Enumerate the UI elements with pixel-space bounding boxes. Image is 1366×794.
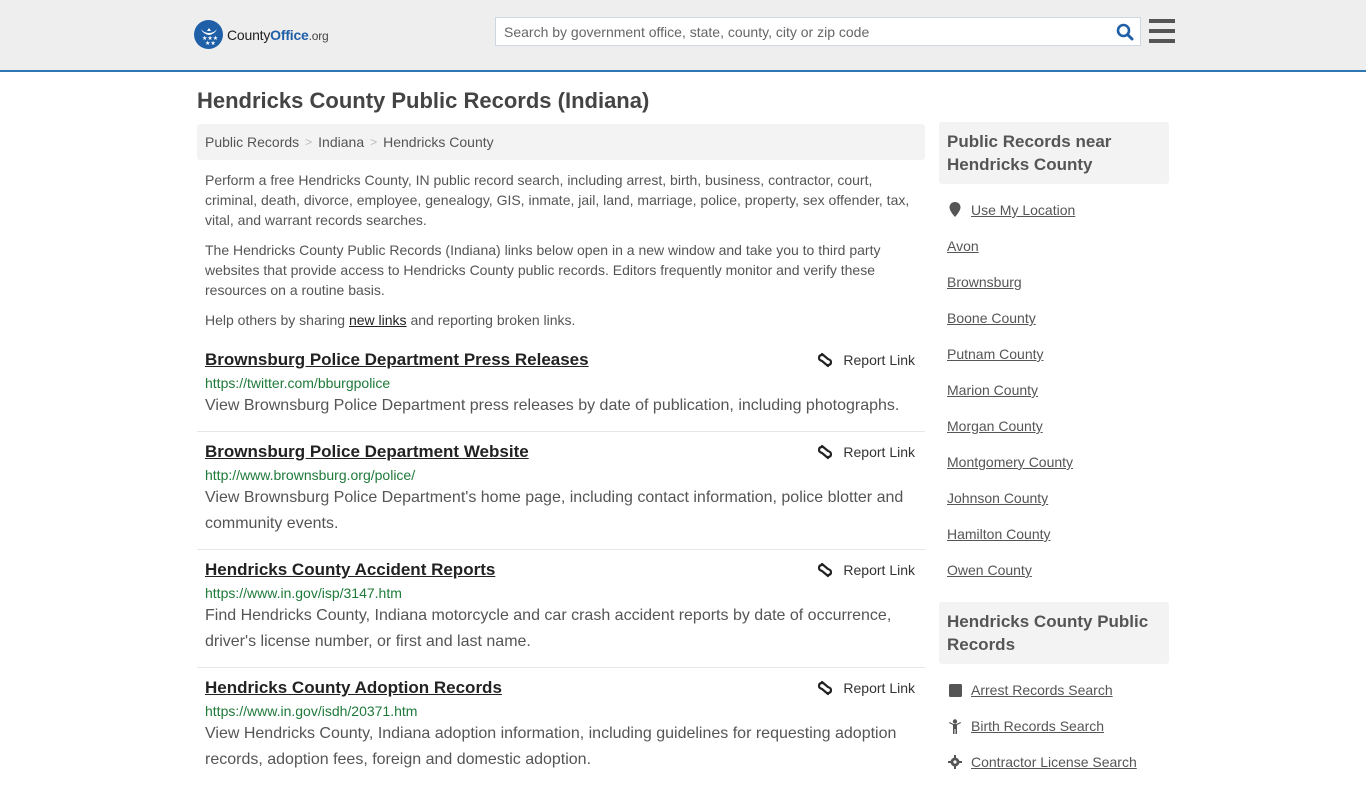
- breadcrumb: Public Records > Indiana > Hendricks Cou…: [197, 124, 925, 160]
- record-url[interactable]: https://www.in.gov/isdh/20371.htm: [205, 701, 917, 721]
- breadcrumb-hendricks-county[interactable]: Hendricks County: [383, 134, 494, 150]
- record-url[interactable]: https://twitter.com/bburgpolice: [205, 373, 917, 393]
- logo-wordmark: CountyOffice.org: [227, 26, 329, 43]
- report-link-label: Report Link: [843, 444, 915, 460]
- record-title-link[interactable]: Hendricks County Adoption Records: [205, 677, 502, 699]
- hamburger-menu-icon[interactable]: [1149, 19, 1175, 43]
- search-box: [495, 17, 1141, 46]
- search-button[interactable]: [1110, 18, 1140, 45]
- nearby-item: Brownsburg: [947, 264, 1161, 300]
- categories-list: Arrest Records Search Birth Records Sear…: [939, 664, 1169, 794]
- nearby-item: Marion County: [947, 372, 1161, 408]
- report-link-button[interactable]: Report Link: [817, 680, 915, 696]
- record-url[interactable]: http://www.brownsburg.org/police/: [205, 465, 917, 485]
- report-link-button[interactable]: Report Link: [817, 562, 915, 578]
- page-title: Hendricks County Public Records (Indiana…: [197, 88, 650, 113]
- baby-icon: [947, 718, 963, 734]
- record-item: Brownsburg Police Department Website Rep…: [197, 432, 925, 550]
- share-text: and reporting broken links.: [406, 312, 576, 328]
- nearby-item: Morgan County: [947, 408, 1161, 444]
- arrest-icon: [947, 683, 963, 697]
- nearby-item: Hamilton County: [947, 516, 1161, 552]
- record-url[interactable]: https://www.in.gov/isp/3147.htm: [205, 583, 917, 603]
- record-description: Find Hendricks County, Indiana motorcycl…: [205, 607, 892, 650]
- nearby-heading: Public Records near Hendricks County: [939, 122, 1169, 184]
- nearby-link-morgan-county[interactable]: Morgan County: [947, 418, 1043, 434]
- eagle-logo-icon: ★★★ ★★: [194, 20, 223, 49]
- record-description: View Hendricks County, Indiana adoption …: [205, 725, 897, 768]
- broken-link-icon: [818, 444, 833, 460]
- nearby-link-boone-county[interactable]: Boone County: [947, 310, 1036, 326]
- use-location-item: Use My Location: [947, 192, 1161, 228]
- search-icon: [1116, 23, 1134, 40]
- gear-icon: [947, 755, 963, 769]
- categories-heading: Hendricks County Public Records: [939, 602, 1169, 664]
- category-item: Contractor License Search: [947, 744, 1161, 780]
- intro-paragraph: The Hendricks County Public Records (Ind…: [205, 242, 881, 298]
- sidebar: Public Records near Hendricks County Use…: [939, 122, 1169, 794]
- breadcrumb-public-records[interactable]: Public Records: [205, 134, 299, 150]
- nearby-item: Owen County: [947, 552, 1161, 588]
- record-description: View Brownsburg Police Department press …: [205, 397, 900, 414]
- intro-text: Perform a free Hendricks County, IN publ…: [205, 170, 917, 340]
- share-text: Help others by sharing: [205, 312, 349, 328]
- nearby-item: Boone County: [947, 300, 1161, 336]
- search-input[interactable]: [496, 18, 1110, 45]
- nearby-item: Johnson County: [947, 480, 1161, 516]
- menu-bar: [1149, 19, 1175, 23]
- arrest-records-link[interactable]: Arrest Records Search: [971, 682, 1113, 698]
- report-link-label: Report Link: [843, 562, 915, 578]
- nearby-item: Montgomery County: [947, 444, 1161, 480]
- category-item: Birth Records Search: [947, 708, 1161, 744]
- intro-paragraph: Perform a free Hendricks County, IN publ…: [205, 172, 910, 228]
- broken-link-icon: [818, 352, 833, 368]
- site-header: ★★★ ★★ CountyOffice.org: [0, 0, 1366, 72]
- birth-records-link[interactable]: Birth Records Search: [971, 718, 1104, 734]
- menu-bar: [1149, 29, 1175, 33]
- record-item: Hendricks County Accident Reports Report…: [197, 550, 925, 668]
- record-title-link[interactable]: Brownsburg Police Department Press Relea…: [205, 349, 589, 371]
- menu-bar: [1149, 39, 1175, 43]
- map-marker-icon: [947, 202, 963, 218]
- nearby-link-hamilton-county[interactable]: Hamilton County: [947, 526, 1051, 542]
- category-item: Arrest Records Search: [947, 672, 1161, 708]
- record-item: Hendricks County Adoption Records Report…: [197, 668, 925, 785]
- record-title-link[interactable]: Hendricks County Accident Reports: [205, 559, 495, 581]
- breadcrumb-separator: >: [370, 135, 378, 149]
- site-logo[interactable]: ★★★ ★★ CountyOffice.org: [194, 20, 329, 49]
- share-links-paragraph: Help others by sharing new links and rep…: [205, 310, 917, 330]
- new-links-link[interactable]: new links: [349, 312, 407, 328]
- record-title-link[interactable]: Brownsburg Police Department Website: [205, 441, 529, 463]
- report-link-button[interactable]: Report Link: [817, 444, 915, 460]
- report-link-label: Report Link: [843, 352, 915, 368]
- nearby-link-marion-county[interactable]: Marion County: [947, 382, 1038, 398]
- nearby-link-montgomery-county[interactable]: Montgomery County: [947, 454, 1073, 470]
- record-item: Brownsburg Police Department Press Relea…: [197, 340, 925, 432]
- records-list: Brownsburg Police Department Press Relea…: [197, 340, 925, 785]
- record-description: View Brownsburg Police Department's home…: [205, 489, 904, 532]
- nearby-link-putnam-county[interactable]: Putnam County: [947, 346, 1044, 362]
- breadcrumb-indiana[interactable]: Indiana: [318, 134, 364, 150]
- report-link-label: Report Link: [843, 680, 915, 696]
- nearby-item: Avon: [947, 228, 1161, 264]
- nearby-link-owen-county[interactable]: Owen County: [947, 562, 1032, 578]
- broken-link-icon: [818, 562, 833, 578]
- nearby-link-johnson-county[interactable]: Johnson County: [947, 490, 1048, 506]
- broken-link-icon: [818, 680, 833, 696]
- svg-text:★★: ★★: [205, 40, 216, 46]
- nearby-item: Putnam County: [947, 336, 1161, 372]
- use-my-location-link[interactable]: Use My Location: [971, 202, 1075, 218]
- nearby-list: Use My Location Avon Brownsburg Boone Co…: [939, 184, 1169, 602]
- nearby-link-avon[interactable]: Avon: [947, 238, 979, 254]
- nearby-link-brownsburg[interactable]: Brownsburg: [947, 274, 1022, 290]
- report-link-button[interactable]: Report Link: [817, 352, 915, 368]
- breadcrumb-separator: >: [305, 135, 313, 149]
